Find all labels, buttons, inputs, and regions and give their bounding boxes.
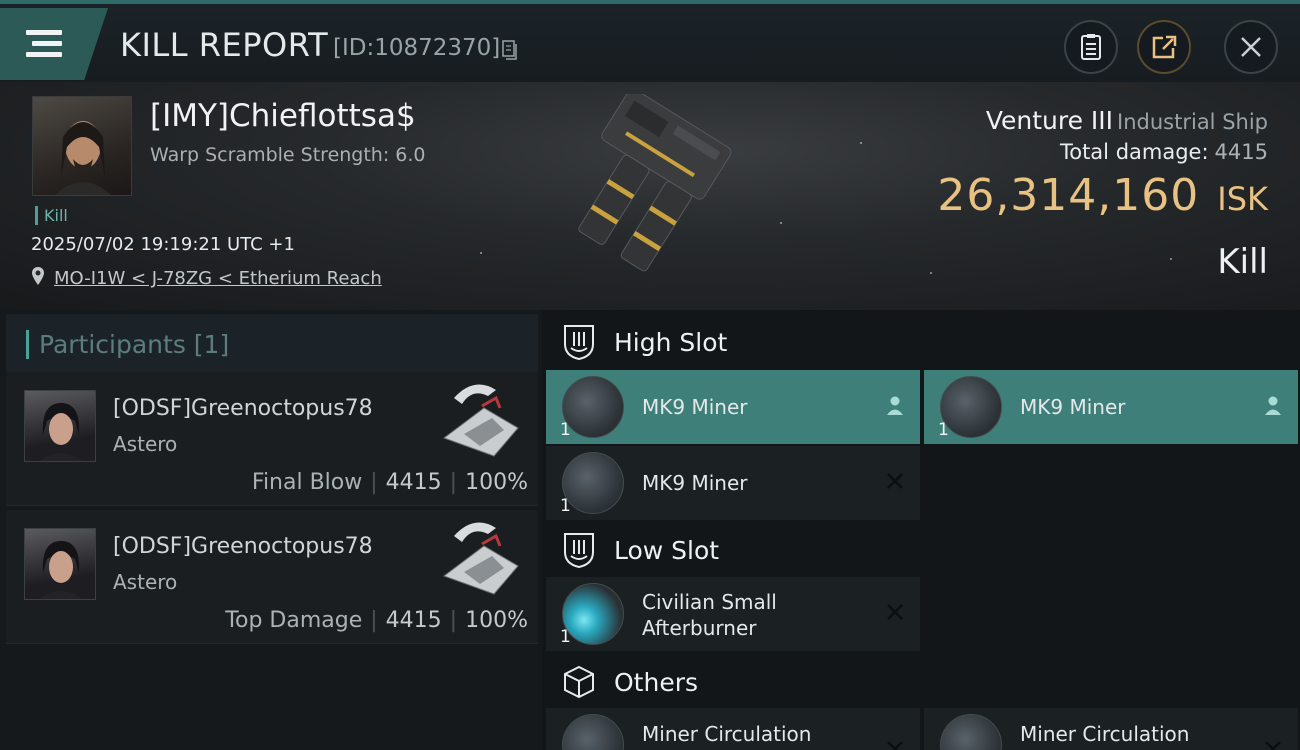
kill-location-link[interactable]: MO-I1W < J-78ZG < Etherium Reach <box>54 268 382 289</box>
dropped-person-icon <box>1265 396 1281 415</box>
victim-portrait[interactable] <box>32 96 132 196</box>
fitting-item[interactable]: 1 Civilian Small Afterburner <box>546 577 920 651</box>
item-quantity: 1 <box>938 420 949 440</box>
miner-module-icon <box>940 376 1002 438</box>
high-slot-header: High Slot <box>542 312 1300 372</box>
destroyed-x-icon <box>1265 741 1281 750</box>
participant-card[interactable]: [ODSF]Greenoctopus78 Astero Final Blow | 4… <box>6 372 538 506</box>
fitting-item[interactable]: Miner Circulation <box>924 708 1298 750</box>
fitting-item[interactable]: 1 MK9 Miner <box>546 370 920 444</box>
destroyed-x-icon <box>887 604 903 620</box>
participant-card[interactable]: [ODSF]Greenoctopus78 Astero Top Damage | 4… <box>6 510 538 644</box>
afterburner-module-icon <box>562 583 624 645</box>
destroyed-x-icon <box>887 741 903 750</box>
participant-name[interactable]: [ODSF]Greenoctopus78 <box>113 396 373 421</box>
dropped-person-icon <box>887 396 903 415</box>
isk-value: 26,314,160 ISK <box>937 170 1268 221</box>
cargo-box-icon <box>564 665 594 699</box>
fitting-item[interactable]: 1 MK9 Miner <box>924 370 1298 444</box>
item-name: Miner Circulation <box>1020 722 1190 746</box>
kill-tag: Kill <box>35 206 68 225</box>
copy-icon[interactable] <box>502 40 518 60</box>
participant-stats: Top Damage | 4415 | 100% <box>225 608 528 633</box>
avatar <box>55 121 111 195</box>
close-icon <box>1241 37 1261 57</box>
menu-button[interactable] <box>0 8 108 80</box>
clipboard-icon <box>1081 34 1101 60</box>
item-name: MK9 Miner <box>1020 395 1126 419</box>
item-name: MK9 Miner <box>642 471 748 495</box>
avatar <box>24 390 96 462</box>
item-name: Miner Circulation <box>642 722 812 746</box>
participant-ship-image <box>442 522 519 595</box>
share-button[interactable] <box>1137 20 1191 74</box>
participants-header: Participants [1] <box>6 314 538 376</box>
fittings-panel: High Slot 1 MK9 Miner 1 MK9 Miner 1 MK9 … <box>542 310 1300 750</box>
item-name: MK9 Miner <box>642 395 748 419</box>
participants-panel: Participants [1] [ODSF]Greenoctopus78 As… <box>0 310 542 750</box>
others-header: Others <box>542 652 1300 712</box>
participant-ship: Astero <box>113 570 178 594</box>
result-label: Kill <box>1217 242 1268 282</box>
fitting-item[interactable]: 1 MK9 Miner <box>546 446 920 520</box>
participant-ship: Astero <box>113 432 178 456</box>
item-quantity: 1 <box>560 420 571 440</box>
location-pin-icon <box>32 267 44 285</box>
item-quantity: 1 <box>560 496 571 516</box>
avatar <box>24 528 96 600</box>
item-quantity: 1 <box>560 627 571 647</box>
participant-ship-image <box>442 384 519 457</box>
close-button[interactable] <box>1224 20 1278 74</box>
miner-module-icon <box>940 714 1002 750</box>
destroyed-x-icon <box>887 473 903 489</box>
total-damage: Total damage: 4415 <box>1059 140 1268 164</box>
kill-datetime: 2025/07/02 19:19:21 UTC +1 <box>31 234 295 255</box>
kill-summary: [IMY]Chieflottsa$ Warp Scramble Strength… <box>0 82 1300 310</box>
participant-stats: Final Blow | 4415 | 100% <box>251 470 528 495</box>
victim-name[interactable]: [IMY]Chieflottsa$ <box>150 98 416 134</box>
victim-ship-image <box>578 94 732 272</box>
page-title: KILL REPORT <box>120 26 329 64</box>
top-bar: KILL REPORT [ID:10872370] <box>0 0 1300 82</box>
participant-name[interactable]: [ODSF]Greenoctopus78 <box>113 534 373 559</box>
miner-module-icon <box>562 376 624 438</box>
miner-module-icon <box>562 452 624 514</box>
clipboard-button[interactable] <box>1064 20 1118 74</box>
low-slot-header: Low Slot <box>542 520 1300 580</box>
miner-module-icon <box>562 714 624 750</box>
report-id: [ID:10872370] <box>333 35 501 61</box>
item-name: Civilian Small Afterburner <box>642 590 777 640</box>
low-slot-icon <box>564 533 594 568</box>
warp-scramble-strength: Warp Scramble Strength: 6.0 <box>150 144 426 166</box>
fitting-item[interactable]: Miner Circulation <box>546 708 920 750</box>
high-slot-icon <box>564 325 594 360</box>
menu-icon <box>26 30 62 35</box>
ship-name[interactable]: Venture III Industrial Ship <box>986 106 1268 135</box>
share-icon <box>1152 35 1177 59</box>
